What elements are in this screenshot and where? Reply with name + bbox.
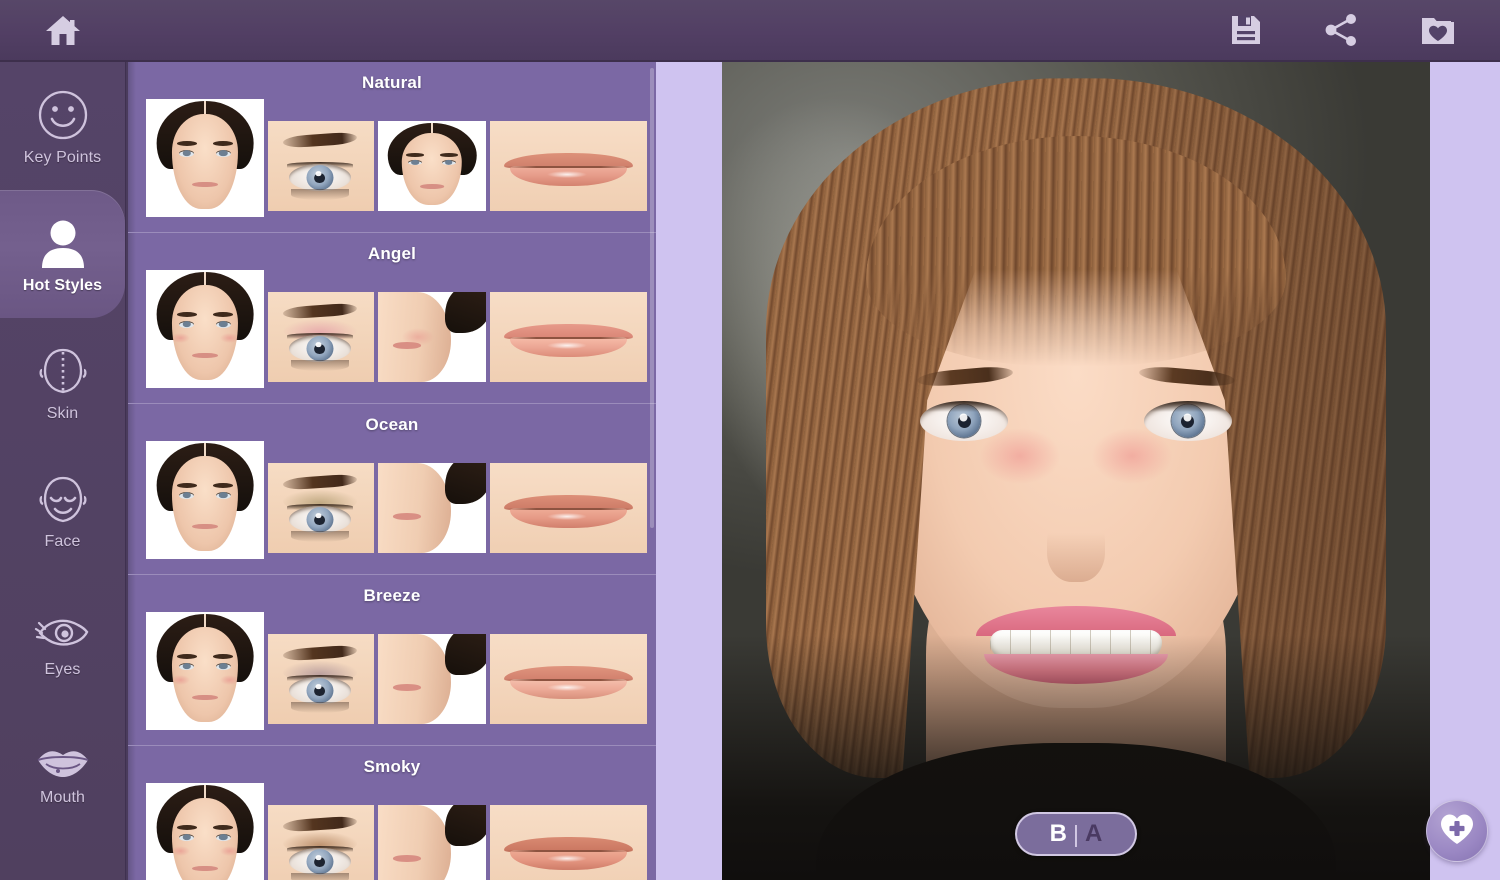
- photo-nose: [1047, 511, 1105, 582]
- thumb-lips[interactable]: [490, 463, 647, 553]
- list-scrollbar[interactable]: [650, 68, 654, 528]
- style-thumbnails: [142, 612, 647, 730]
- toggle-separator: |: [1073, 820, 1079, 847]
- toolbar-actions: [1224, 0, 1500, 60]
- sidebar-item-label: Mouth: [40, 788, 85, 806]
- thumb-full-face[interactable]: [146, 270, 264, 388]
- hot-styles-list[interactable]: Natural Angel Ocean Breeze Smoky: [126, 62, 656, 880]
- style-thumbnails: [142, 99, 647, 217]
- home-button[interactable]: [0, 0, 126, 60]
- sidebar-item-label: Face: [44, 532, 81, 550]
- thumb-profile[interactable]: [378, 634, 486, 724]
- sidebar-item-mouth[interactable]: Mouth: [0, 702, 125, 830]
- thumb-lips[interactable]: [490, 292, 647, 382]
- thumb-profile[interactable]: [378, 292, 486, 382]
- favorites-folder-icon[interactable]: [1416, 8, 1460, 52]
- sidebar-item-key-points[interactable]: Key Points: [0, 62, 125, 190]
- thumb-eye[interactable]: [268, 463, 374, 553]
- sidebar-item-hot-styles[interactable]: Hot Styles: [0, 190, 125, 318]
- style-name: Angel: [367, 244, 417, 263]
- thumb-lips[interactable]: [490, 121, 647, 211]
- thumb-full-face[interactable]: [146, 441, 264, 559]
- sidebar-item-label: Skin: [46, 404, 79, 422]
- share-icon[interactable]: [1320, 8, 1364, 52]
- before-after-toggle[interactable]: B | A: [1015, 812, 1137, 856]
- sidebar-item-label: Key Points: [23, 148, 102, 166]
- save-icon[interactable]: [1224, 8, 1268, 52]
- thumb-profile[interactable]: [378, 463, 486, 553]
- thumb-eye[interactable]: [268, 634, 374, 724]
- thumb-eye[interactable]: [268, 805, 374, 880]
- lips-icon: [34, 726, 92, 782]
- style-name: Natural: [362, 73, 422, 92]
- edited-photo[interactable]: B | A: [722, 62, 1430, 880]
- face-closed-eyes-icon: [36, 470, 90, 526]
- home-icon[interactable]: [41, 8, 85, 52]
- sidebar-item-label: Eyes: [44, 660, 81, 678]
- thumb-lips[interactable]: [490, 634, 647, 724]
- app-root: Key Points Hot Styles Skin Face Eyes Mou…: [0, 0, 1500, 880]
- left-sidebar: Key Points Hot Styles Skin Face Eyes Mou…: [0, 62, 126, 880]
- thumb-full-face[interactable]: [146, 99, 264, 217]
- style-name: Breeze: [363, 586, 421, 605]
- top-toolbar: [0, 0, 1500, 62]
- sidebar-item-face[interactable]: Face: [0, 446, 125, 574]
- person-silhouette-icon: [36, 214, 90, 270]
- thumb-lips[interactable]: [490, 805, 647, 880]
- photo-stage: B | A: [656, 62, 1500, 880]
- sidebar-item-skin[interactable]: Skin: [0, 318, 125, 446]
- style-thumbnails: [142, 783, 647, 880]
- style-name: Smoky: [363, 757, 421, 776]
- thumb-profile[interactable]: [378, 805, 486, 880]
- smiley-face-icon: [36, 86, 90, 142]
- style-row[interactable]: Ocean: [128, 404, 656, 575]
- style-row[interactable]: Smoky: [128, 746, 656, 880]
- thumb-full-face[interactable]: [146, 783, 264, 880]
- sidebar-item-eyes[interactable]: Eyes: [0, 574, 125, 702]
- style-row[interactable]: Angel: [128, 233, 656, 404]
- head-dotted-line-icon: [36, 342, 90, 398]
- thumb-eye[interactable]: [268, 121, 374, 211]
- sidebar-item-label: Hot Styles: [22, 276, 103, 294]
- thumb-full-face[interactable]: [146, 612, 264, 730]
- style-row[interactable]: Breeze: [128, 575, 656, 746]
- before-label: B: [1049, 820, 1067, 847]
- style-thumbnails: [142, 270, 647, 388]
- thumb-eye[interactable]: [268, 292, 374, 382]
- style-name: Ocean: [365, 415, 419, 434]
- thumb-face-detail[interactable]: [378, 121, 486, 211]
- eye-lashes-icon: [34, 598, 92, 654]
- style-row[interactable]: Natural: [128, 62, 656, 233]
- style-thumbnails: [142, 441, 647, 559]
- heart-plus-icon: [1438, 811, 1476, 852]
- add-favorite-button[interactable]: [1426, 800, 1488, 862]
- after-label: A: [1084, 820, 1103, 847]
